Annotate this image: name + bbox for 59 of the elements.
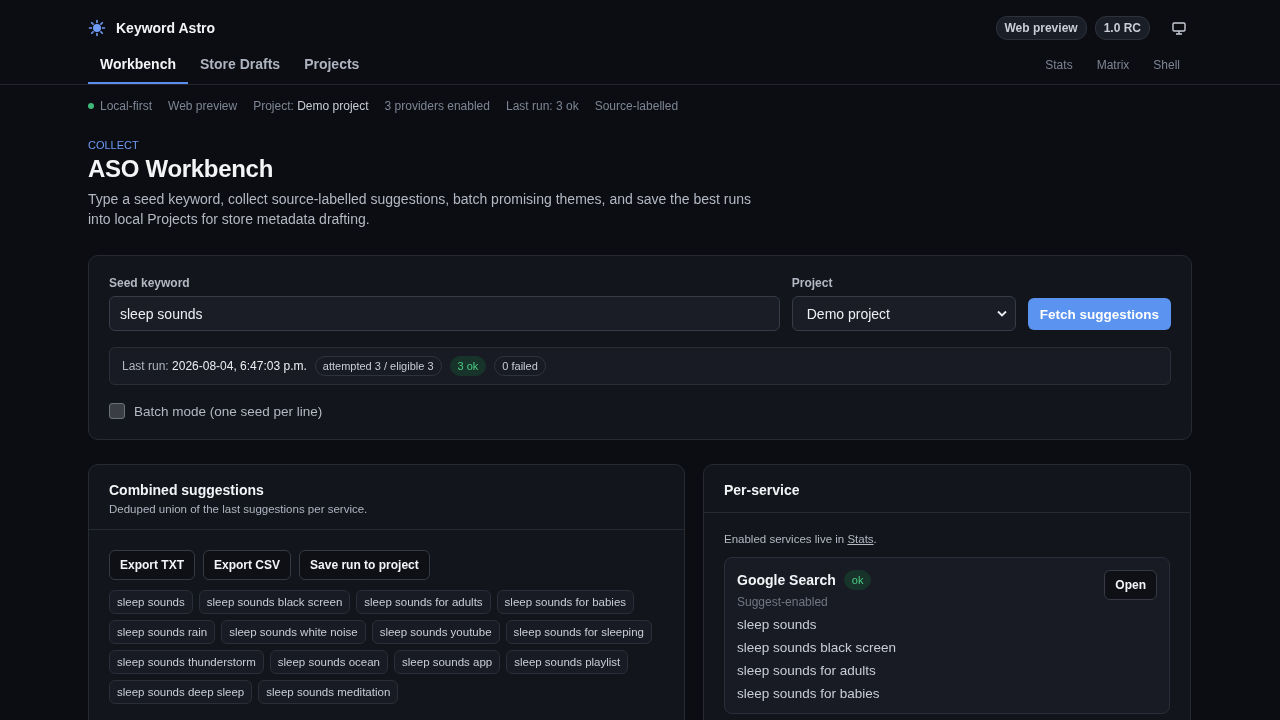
action-button[interactable]: Export CSV bbox=[203, 550, 292, 580]
status-text: Local-first bbox=[100, 99, 152, 113]
utility-link[interactable]: Stats bbox=[1033, 58, 1085, 72]
nav-tab[interactable]: Projects bbox=[292, 56, 372, 84]
suggestion-chip[interactable]: sleep sounds white noise bbox=[221, 620, 366, 644]
utility-link[interactable]: Shell bbox=[1141, 58, 1192, 72]
suggestion-chip[interactable]: sleep sounds rain bbox=[109, 620, 216, 644]
header-badge: 1.0 RC bbox=[1094, 16, 1150, 40]
suggestion-chip[interactable]: sleep sounds ocean bbox=[269, 650, 389, 674]
panel-title: Per-service bbox=[724, 482, 801, 498]
action-button[interactable]: Export TXT bbox=[109, 550, 195, 580]
suggestion-chip[interactable]: sleep sounds deep sleep bbox=[109, 680, 253, 704]
batch-checkbox[interactable] bbox=[109, 403, 125, 419]
status-text: 3 providers enabled bbox=[384, 99, 490, 113]
suggestion-chip[interactable]: sleep sounds for adults bbox=[356, 590, 491, 614]
services-note: Enabled services live in Stats. bbox=[724, 533, 878, 545]
nav-tab[interactable]: Workbench bbox=[88, 56, 188, 84]
page-title: ASO Workbench bbox=[88, 155, 275, 183]
project-select[interactable]: Demo project bbox=[791, 296, 1016, 331]
seed-input[interactable]: sleep sounds bbox=[109, 296, 780, 331]
suggestion-chip[interactable]: sleep sounds youtube bbox=[371, 620, 500, 644]
checkbox-label: Batch mode (one seed per line) bbox=[134, 403, 323, 419]
suggestion-chip[interactable]: sleep sounds thunderstorm bbox=[109, 650, 264, 674]
nav-tab[interactable]: Store Drafts bbox=[188, 56, 293, 84]
suggestion-chip[interactable]: sleep sounds app bbox=[394, 650, 501, 674]
suggestion-chip[interactable]: sleep sounds meditation bbox=[258, 680, 399, 704]
suggestion-chip[interactable]: sleep sounds bbox=[109, 590, 193, 614]
status-text: Project: Demo project bbox=[253, 99, 369, 113]
sun-icon bbox=[88, 19, 106, 37]
stats-link[interactable]: Stats bbox=[847, 533, 874, 545]
status-text: Last run: 3 ok bbox=[505, 99, 579, 113]
open-button[interactable]: Open bbox=[1104, 570, 1157, 600]
suggestion-item: sleep sounds for babies bbox=[737, 686, 881, 701]
suggestion-item: sleep sounds for adults bbox=[737, 663, 877, 678]
chevron-down-icon bbox=[996, 310, 1007, 317]
panel-subtitle: Deduped union of the last suggestions per service. bbox=[109, 503, 369, 515]
status-text: Web preview bbox=[168, 99, 238, 113]
suggestion-item: sleep sounds bbox=[737, 617, 818, 632]
service-subtitle: Suggest-enabled bbox=[737, 595, 829, 609]
monitor-icon[interactable] bbox=[1172, 21, 1186, 35]
field-label: Project bbox=[791, 276, 834, 290]
field-label: Seed keyword bbox=[109, 276, 191, 290]
action-button[interactable]: Save run to project bbox=[299, 550, 430, 580]
brand-name[interactable]: Keyword Astro bbox=[116, 20, 216, 36]
service-name: Google Search bbox=[737, 572, 836, 588]
suggestion-chip[interactable]: sleep sounds playlist bbox=[506, 650, 629, 674]
suggestion-item: sleep sounds black screen bbox=[737, 640, 898, 655]
suggestion-chip[interactable]: sleep sounds black screen bbox=[198, 590, 351, 614]
status-text: Source-labelled bbox=[594, 99, 679, 113]
header-badge: Web preview bbox=[995, 16, 1087, 40]
panel-title: Combined suggestions bbox=[109, 482, 265, 498]
last-run-text: Last run: 2026-08-04, 6:47:03 p.m. bbox=[122, 359, 307, 373]
utility-link[interactable]: Matrix bbox=[1084, 58, 1142, 72]
suggestion-chip[interactable]: sleep sounds for sleeping bbox=[505, 620, 652, 644]
status-pill: ok bbox=[843, 570, 872, 590]
status-pill: 3 ok bbox=[449, 356, 487, 376]
intro-text: Type a seed keyword, collect source-labelled suggestions, batch promising themes, and save the best runs into local Projects for store metadata drafting. bbox=[88, 190, 753, 229]
suggestion-chip[interactable]: sleep sounds for babies bbox=[496, 590, 635, 614]
section-eyebrow: COLLECT bbox=[88, 139, 140, 151]
